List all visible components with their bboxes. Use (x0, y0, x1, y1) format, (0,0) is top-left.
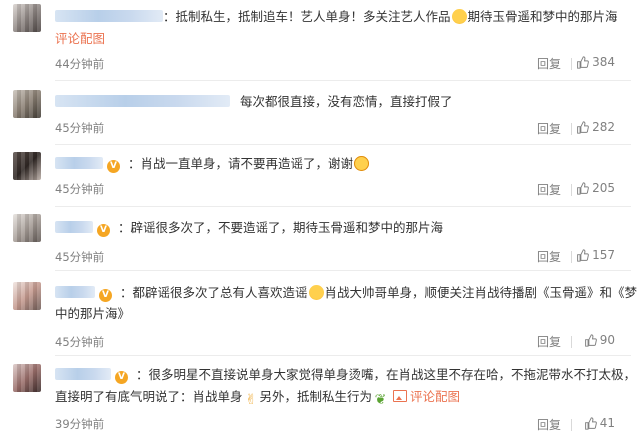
reply-button[interactable]: 回复 (537, 120, 561, 137)
username-redacted[interactable] (55, 286, 95, 298)
like-button[interactable]: 384 (576, 55, 615, 69)
username-redacted[interactable] (55, 95, 230, 107)
comment-picture-link[interactable]: 评论配图 (393, 389, 460, 404)
comment-picture-link[interactable]: 评论配图 (55, 31, 105, 46)
comment-text: V ：很多明星不直接说单身大家觉得单身烫嘴，在肖战这里不存在哈，不拖泥带水不打太极… (55, 364, 636, 386)
verified-badge-icon: V (115, 371, 128, 384)
comment-item: V ：很多明星不直接说单身大家觉得单身烫嘴，在肖战这里不存在哈，不拖泥带水不打太极… (0, 358, 641, 442)
thumbs-up-icon (577, 120, 589, 134)
thumbs-up-icon (584, 333, 597, 347)
comment-text: V ：辟谣很多次了，不要造谣了，期待玉骨遥和梦中的那片海 (55, 217, 621, 239)
action-separator (571, 123, 572, 135)
username-redacted[interactable] (55, 10, 163, 22)
action-separator (571, 251, 572, 263)
ok-hand-emoji-icon: ✌ (245, 392, 257, 408)
comment-divider (55, 206, 631, 207)
reply-button[interactable]: 回复 (537, 333, 561, 350)
comment-text: ：抵制私生，抵制追车！艺人单身！多关注艺人作品 期待玉骨遥和梦中的那片海 (55, 6, 621, 28)
comment-time: 45分钟前 (55, 335, 105, 349)
like-button[interactable]: 41 (584, 416, 615, 430)
comment-item: ：抵制私生，抵制追车！艺人单身！多关注艺人作品 期待玉骨遥和梦中的那片海 评论配图… (0, 0, 641, 81)
reply-button[interactable]: 回复 (537, 248, 561, 265)
reply-button[interactable]: 回复 (537, 181, 561, 198)
thumbs-up-icon (577, 55, 589, 69)
reply-button[interactable]: 回复 (537, 416, 561, 433)
avatar[interactable] (13, 4, 41, 32)
picture-icon (393, 390, 408, 402)
avatar[interactable] (13, 214, 41, 242)
comment-text: 每次都很直接，没有恋情，直接打假了 (55, 91, 621, 113)
comment-text-continued: 直接明了有底气明说了：肖战单身 ✌ 另外，抵制私生行为 ❦ 评论配图 (55, 389, 461, 408)
action-separator (571, 184, 572, 196)
like-count: 157 (592, 248, 615, 262)
comment-item: V ：肖战一直单身，请不要再造谣了，谢谢 45分钟前 回复 205 (0, 150, 641, 210)
like-count: 282 (592, 120, 615, 134)
heart-eyes-emoji-icon (354, 156, 370, 171)
like-count: 41 (599, 416, 615, 430)
comment-time: 45分钟前 (55, 250, 105, 264)
like-button[interactable]: 282 (576, 120, 615, 134)
avatar[interactable] (13, 152, 41, 180)
comment-text: V ：都辟谣很多次了总有人喜欢造谣 肖战大帅哥单身，顺便关注肖战待播剧《玉骨遥》和《… (55, 282, 637, 304)
comment-divider (55, 270, 631, 271)
thumbs-up-icon (577, 248, 589, 262)
comment-divider (55, 144, 631, 145)
verified-badge-icon: V (97, 224, 110, 237)
avatar[interactable] (13, 364, 41, 392)
thumbs-up-icon (584, 416, 597, 430)
like-count: 384 (592, 55, 615, 69)
like-button[interactable]: 205 (576, 181, 615, 195)
comment-item: V ：辟谣很多次了，不要造谣了，期待玉骨遥和梦中的那片海 45分钟前 回复 157 (0, 212, 641, 272)
action-separator (571, 336, 572, 348)
like-button[interactable]: 157 (576, 248, 615, 262)
avatar[interactable] (13, 90, 41, 118)
comment-divider (55, 355, 631, 356)
action-separator (571, 419, 572, 431)
comment-text-continued: 中的那片海》 (55, 306, 131, 321)
comment-time: 45分钟前 (55, 121, 105, 135)
plant-emoji-icon: ❦ (374, 392, 387, 408)
comment-pic-row: 评论配图 (55, 28, 621, 50)
thumbs-up-icon (577, 181, 589, 195)
verified-badge-icon: V (107, 160, 120, 173)
comment-item: 每次都很直接，没有恋情，直接打假了 45分钟前 回复 282 (0, 88, 641, 148)
comment-time: 44分钟前 (55, 57, 105, 71)
reply-button[interactable]: 回复 (537, 55, 561, 72)
like-count: 90 (599, 333, 615, 347)
like-button[interactable]: 90 (584, 333, 615, 347)
like-count: 205 (592, 181, 615, 195)
avatar[interactable] (13, 282, 41, 310)
username-redacted[interactable] (55, 368, 111, 380)
username-redacted[interactable] (55, 221, 93, 233)
comment-time: 39分钟前 (55, 417, 105, 431)
verified-badge-icon: V (99, 289, 112, 302)
comment-text: V ：肖战一直单身，请不要再造谣了，谢谢 (55, 153, 621, 175)
username-redacted[interactable] (55, 157, 103, 169)
crying-face-emoji-icon (308, 285, 324, 300)
action-separator (571, 58, 572, 70)
comment-time: 45分钟前 (55, 182, 105, 196)
crying-face-emoji-icon (451, 9, 467, 24)
comment-divider (55, 80, 631, 81)
comment-item: V ：都辟谣很多次了总有人喜欢造谣 肖战大帅哥单身，顺便关注肖战待播剧《玉骨遥》和《… (0, 274, 641, 356)
